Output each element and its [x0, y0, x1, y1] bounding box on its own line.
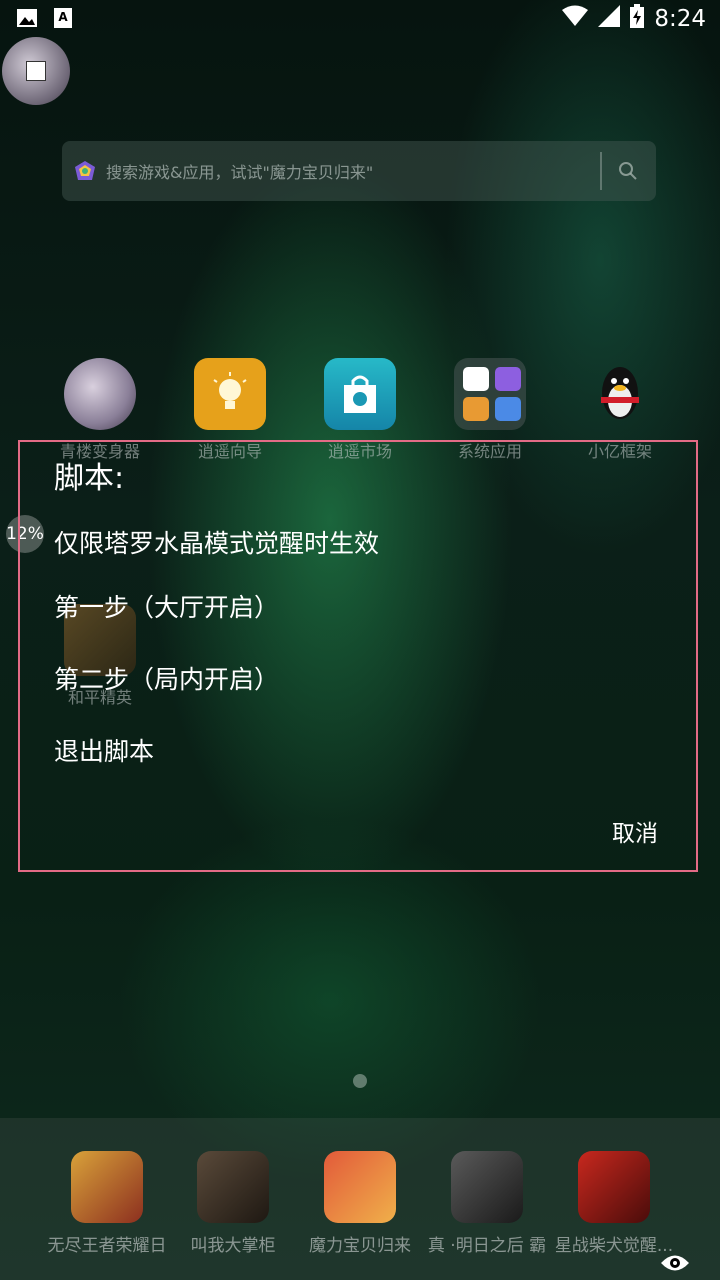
battery-charging-icon: [630, 4, 645, 34]
status-left-icons: A: [16, 8, 74, 28]
shopping-bag-icon: [324, 358, 396, 430]
dialog-item-step-one[interactable]: 第一步（大厅开启）: [54, 588, 279, 624]
dialog-title: 脚本:: [54, 461, 125, 496]
store-logo-icon: [75, 161, 95, 180]
dock-label: 无尽王者荣耀日: [47, 1236, 167, 1256]
dock-app-5[interactable]: 星战柴犬觉醒...: [549, 1151, 679, 1256]
search-icon[interactable]: [618, 161, 638, 181]
folder-icon: [454, 358, 526, 430]
clock: 8:24: [654, 6, 706, 32]
script-dialog: [18, 440, 698, 872]
dock-app-3[interactable]: 魔力宝贝归来: [295, 1151, 425, 1256]
search-placeholder: 搜索游戏&应用，试试"魔力宝贝归来": [106, 163, 374, 182]
a-notification-icon: A: [52, 8, 74, 28]
game-icon: [71, 1151, 143, 1223]
dock-label: 真 ·明日之后 霸: [427, 1236, 547, 1256]
cancel-button[interactable]: 取消: [612, 814, 658, 848]
search-divider: [600, 152, 602, 190]
dock-app-4[interactable]: 真 ·明日之后 霸: [422, 1151, 552, 1256]
status-right: 8:24: [562, 4, 706, 34]
dock-label: 叫我大掌柜: [190, 1236, 276, 1256]
dialog-item-step-two[interactable]: 第二步（局内开启）: [54, 660, 279, 696]
game-icon: [451, 1151, 523, 1223]
svg-text:A: A: [58, 10, 68, 24]
dock-app-1[interactable]: 无尽王者荣耀日: [42, 1151, 172, 1256]
dock-app-2[interactable]: 叫我大掌柜: [168, 1151, 298, 1256]
floating-script-button[interactable]: [2, 37, 70, 105]
image-icon: [16, 8, 38, 28]
game-icon: [324, 1151, 396, 1223]
game-icon: [578, 1151, 650, 1223]
dock-label: 魔力宝贝归来: [309, 1236, 411, 1256]
dialog-item-note[interactable]: 仅限塔罗水晶模式觉醒时生效: [54, 524, 379, 560]
page-indicator-dot: [353, 1074, 367, 1088]
stop-square-icon: [26, 61, 46, 81]
dialog-item-exit-script[interactable]: 退出脚本: [54, 732, 154, 768]
wifi-icon: [562, 5, 589, 33]
anime-avatar-icon: [64, 358, 136, 430]
eye-icon[interactable]: [660, 1252, 690, 1274]
search-bar[interactable]: 搜索游戏&应用，试试"魔力宝贝归来": [62, 141, 656, 201]
lightbulb-icon: [194, 358, 266, 430]
signal-icon: [598, 5, 621, 33]
game-icon: [197, 1151, 269, 1223]
penguin-icon: [584, 358, 656, 430]
